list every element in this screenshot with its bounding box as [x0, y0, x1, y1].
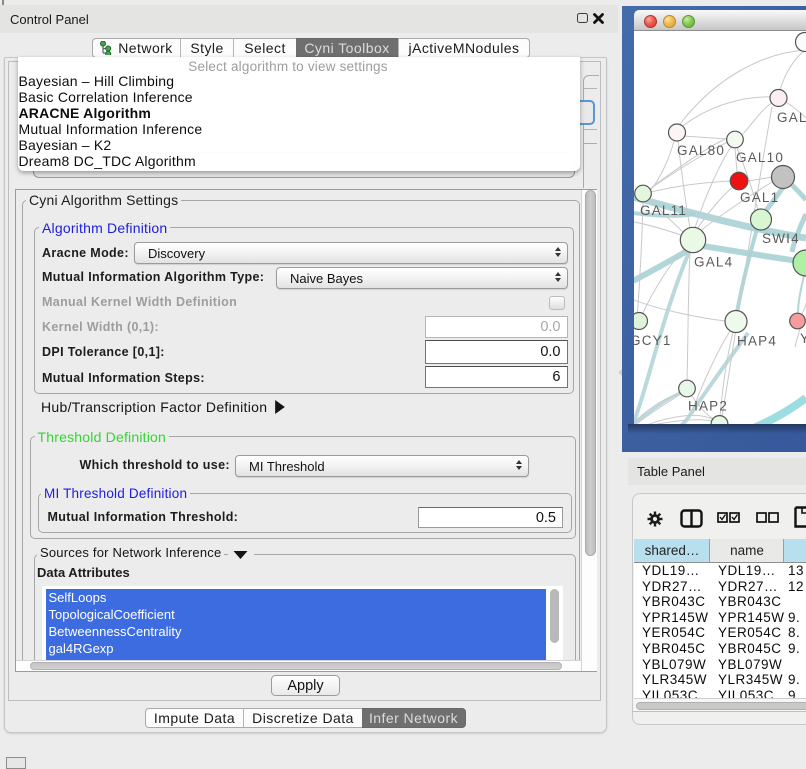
- svg-text:GCY1: GCY1: [634, 333, 672, 348]
- svg-text:GAL80: GAL80: [677, 143, 725, 158]
- svg-text:HAP2: HAP2: [688, 399, 728, 414]
- svg-text:HAP4: HAP4: [737, 334, 777, 349]
- svg-text:GAL2: GAL2: [777, 110, 806, 125]
- svg-text:GAL1: GAL1: [740, 190, 779, 205]
- svg-text:SWI4: SWI4: [762, 231, 800, 246]
- svg-text:Y: Y: [800, 331, 806, 346]
- svg-text:GAL11: GAL11: [640, 203, 687, 218]
- svg-text:GAL10: GAL10: [736, 150, 784, 165]
- svg-text:GAL4: GAL4: [694, 255, 733, 270]
